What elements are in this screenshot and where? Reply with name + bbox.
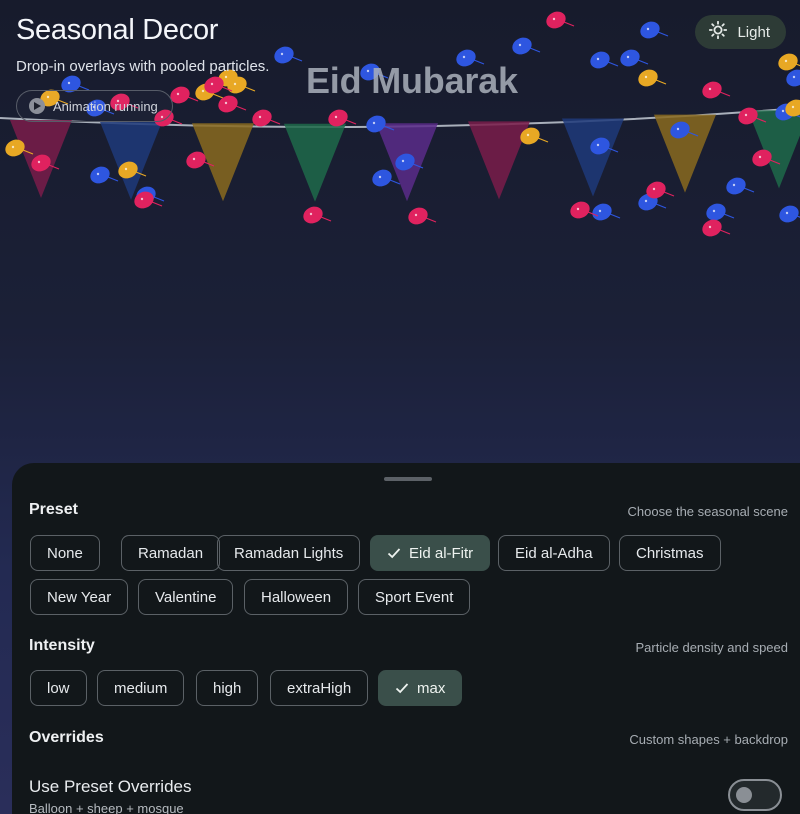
balloon [512, 37, 541, 55]
intensity-chip-extrahigh[interactable]: extraHigh [270, 670, 369, 706]
sheet-drag-handle[interactable] [384, 477, 432, 481]
animation-status-label: Animation running [53, 98, 158, 114]
greeting-text: Eid Mubarak [306, 60, 518, 101]
intensity-chip-low[interactable]: low [30, 670, 87, 706]
preset-chip-eid-al-adha[interactable]: Eid al-Adha [498, 535, 610, 571]
check-icon [395, 683, 409, 694]
balloon [590, 51, 619, 69]
preset-chip-eid-al-fitr[interactable]: Eid al-Fitr [370, 535, 491, 571]
switch-knob [736, 787, 752, 803]
chip-label: None [47, 544, 83, 562]
pennant-flag [562, 118, 624, 197]
balloon [638, 69, 667, 87]
pennant-flag [748, 110, 800, 189]
chip-label: Ramadan [138, 544, 204, 562]
chip-label: low [47, 679, 70, 697]
chip-label: Christmas [636, 544, 704, 562]
balloon [90, 166, 119, 184]
chip-label: Valentine [155, 588, 217, 606]
chip-label: Eid al-Adha [515, 544, 593, 562]
balloon [303, 206, 332, 224]
override-toggle-label: Use Preset Overrides [29, 777, 192, 796]
preset-section-hint: Choose the seasonal scene [627, 504, 788, 519]
preset-overrides-switch[interactable] [728, 779, 782, 811]
balloon [726, 177, 755, 195]
intensity-chip-max[interactable]: max [378, 670, 463, 706]
preset-chip-new-year[interactable]: New Year [30, 579, 129, 615]
check-icon [387, 548, 401, 559]
pennant-flag [468, 121, 530, 200]
overrides-section-hint: Custom shapes + backdrop [629, 732, 788, 747]
balloon [779, 205, 800, 223]
chip-label: Ramadan Lights [234, 544, 344, 562]
intensity-chip-medium[interactable]: medium [97, 670, 185, 706]
preset-chip-sport-event[interactable]: Sport Event [358, 579, 471, 615]
play-icon [29, 98, 45, 114]
settings-sheet: Preset Choose the seasonal scene None Ra… [12, 463, 800, 814]
page-title: Seasonal Decor [16, 14, 219, 46]
balloon [218, 95, 247, 113]
pennant-flag [284, 123, 346, 202]
preset-chip-christmas[interactable]: Christmas [619, 535, 721, 571]
chip-label: Eid al-Fitr [409, 544, 474, 562]
preset-section-title: Preset [29, 501, 78, 518]
chip-label: New Year [47, 588, 112, 606]
intensity-chip-high[interactable]: high [196, 670, 259, 706]
preset-chip-halloween[interactable]: Halloween [244, 579, 349, 615]
page-subtitle: Drop-in overlays with pooled particles. [16, 58, 270, 75]
balloon [408, 207, 437, 225]
balloon [620, 49, 649, 67]
theme-toggle-button[interactable]: Light [695, 15, 786, 49]
animation-status-chip[interactable]: Animation running [16, 90, 173, 122]
chip-label: max [417, 679, 446, 697]
balloon [702, 219, 731, 237]
intensity-section-title: Intensity [29, 637, 95, 654]
chip-label: high [213, 679, 242, 697]
theme-toggle-label: Light [737, 23, 770, 41]
intensity-section-hint: Particle density and speed [635, 640, 788, 655]
balloon [274, 46, 303, 64]
balloon [592, 203, 621, 221]
chip-label: Sport Event [375, 588, 454, 606]
overrides-section-title: Overrides [29, 729, 104, 746]
chip-label: Halloween [261, 588, 332, 606]
balloon [134, 191, 163, 209]
balloon [640, 21, 669, 39]
preset-chip-ramadan-lights[interactable]: Ramadan Lights [217, 535, 361, 571]
balloon [546, 11, 575, 29]
sun-icon [709, 20, 728, 43]
chip-label: medium [114, 679, 168, 697]
preset-chip-valentine[interactable]: Valentine [138, 579, 234, 615]
preset-chip-ramadan[interactable]: Ramadan [121, 535, 221, 571]
balloon [706, 203, 735, 221]
override-toggle-sub: Balloon + sheep + mosque [29, 801, 184, 814]
preset-chip-none[interactable]: None [30, 535, 100, 571]
balloon [702, 81, 731, 99]
chip-label: extraHigh [287, 679, 352, 697]
